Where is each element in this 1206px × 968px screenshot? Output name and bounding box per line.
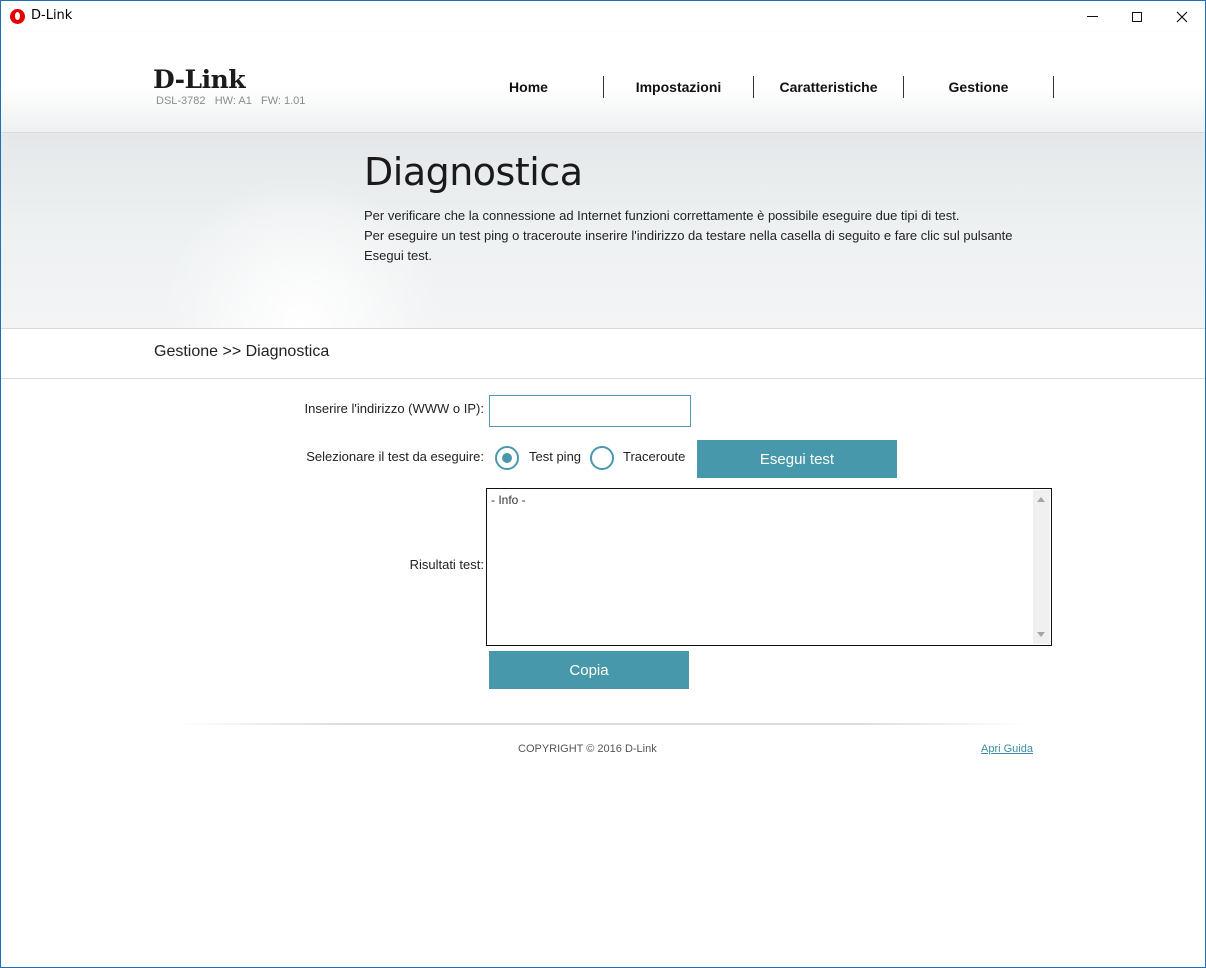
footer-divider	[176, 723, 1026, 725]
nav-caratteristiche[interactable]: Caratteristiche	[754, 76, 904, 98]
page-title: Diagnostica	[364, 150, 583, 194]
copyright-text: COPYRIGHT © 2016 D-Link	[518, 743, 657, 755]
device-info: DSL-3782 HW: A1 FW: 1.01	[156, 95, 305, 107]
description-line: Per eseguire un test ping o traceroute i…	[364, 228, 1013, 243]
results-textarea[interactable]: - Info -	[486, 488, 1052, 646]
description-line: Esegui test.	[364, 248, 432, 263]
model-label: DSL-3782	[156, 95, 206, 107]
test-type-label: Selezionare il test da eseguire:	[306, 449, 484, 464]
close-icon[interactable]	[1159, 1, 1205, 32]
page-header: D-Link DSL-3782 HW: A1 FW: 1.01 Home Imp…	[1, 32, 1205, 133]
vodafone-icon	[10, 9, 25, 24]
results-scrollbar[interactable]	[1033, 490, 1050, 644]
scroll-down-icon[interactable]	[1037, 632, 1045, 637]
title-bar: D-Link	[1, 1, 1205, 32]
main-nav: Home Impostazioni Caratteristiche Gestio…	[454, 76, 1054, 98]
breadcrumb-bar: Gestione >> Diagnostica	[1, 330, 1205, 379]
traceroute-label[interactable]: Traceroute	[623, 449, 685, 464]
nav-impostazioni[interactable]: Impostazioni	[604, 76, 754, 98]
test-ping-label[interactable]: Test ping	[529, 449, 581, 464]
help-link[interactable]: Apri Guida	[981, 743, 1033, 755]
traceroute-radio[interactable]	[590, 446, 614, 470]
page-description: Per verificare che la connessione ad Int…	[364, 206, 1064, 266]
hw-label: HW: A1	[214, 95, 252, 107]
description-line: Per verificare che la connessione ad Int…	[364, 208, 960, 223]
page-banner: Diagnostica Per verificare che la connes…	[1, 134, 1205, 329]
address-label: Inserire l'indirizzo (WWW o IP):	[304, 401, 484, 416]
dlink-logo: D-Link	[153, 65, 246, 94]
nav-home[interactable]: Home	[454, 76, 604, 98]
run-test-button[interactable]: Esegui test	[697, 440, 897, 478]
fw-label: FW: 1.01	[260, 95, 306, 107]
test-ping-radio[interactable]	[495, 446, 519, 470]
address-input[interactable]	[489, 395, 691, 427]
copy-button[interactable]: Copia	[489, 651, 689, 689]
scroll-up-icon[interactable]	[1037, 497, 1045, 502]
maximize-icon[interactable]	[1114, 1, 1160, 32]
window-title: D-Link	[31, 8, 73, 23]
results-label: Risultati test:	[409, 557, 484, 572]
browser-window: D-Link D-Link DSL-3782 HW: A1 FW: 1.01 H…	[0, 0, 1206, 968]
results-text: - Info -	[491, 493, 526, 507]
minimize-icon[interactable]	[1069, 1, 1115, 32]
breadcrumb: Gestione >> Diagnostica	[154, 343, 330, 360]
nav-gestione[interactable]: Gestione	[904, 76, 1054, 98]
